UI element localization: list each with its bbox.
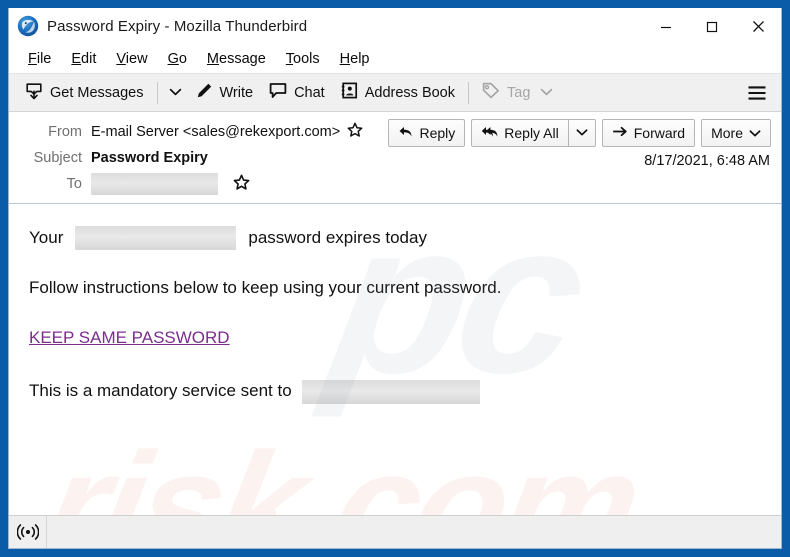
star-outline-icon[interactable] xyxy=(347,122,363,142)
message-body: pc risk.com Your password expires today … xyxy=(9,204,781,515)
forward-arrow-icon xyxy=(612,125,628,141)
toolbar-separator-2 xyxy=(468,81,469,104)
message-header: From E-mail Server <sales@rekexport.com>… xyxy=(9,112,781,204)
body-redacted-block-2 xyxy=(301,379,480,404)
menu-item-edit[interactable]: Edit xyxy=(61,49,106,69)
write-button[interactable]: Write xyxy=(188,78,262,107)
menu-item-go[interactable]: Go xyxy=(158,49,197,69)
body-redacted-block-1 xyxy=(75,226,237,250)
inbox-download-icon xyxy=(25,82,43,104)
maximize-icon[interactable] xyxy=(689,8,735,45)
to-redacted-block xyxy=(91,173,218,195)
more-label: More xyxy=(711,125,743,141)
main-toolbar: Get Messages Write Chat Address Book Tag xyxy=(9,74,781,112)
from-label: From xyxy=(48,124,82,140)
menu-item-file[interactable]: File xyxy=(18,49,61,69)
menu-item-message[interactable]: Message xyxy=(197,49,276,69)
to-label: To xyxy=(66,176,82,192)
window-frame: Password Expiry - Mozilla Thunderbird Fi… xyxy=(0,0,790,557)
message-date: 8/17/2021, 6:48 AM xyxy=(644,153,770,169)
minimize-icon[interactable] xyxy=(643,8,689,45)
chat-button[interactable]: Chat xyxy=(261,78,333,107)
more-button[interactable]: More xyxy=(701,119,771,147)
address-book-label: Address Book xyxy=(364,84,455,101)
thunderbird-logo-icon xyxy=(17,15,39,37)
reply-all-dropdown[interactable] xyxy=(569,120,595,146)
toolbar-separator-1 xyxy=(156,81,158,104)
body-line-1-suffix: password expires today xyxy=(248,227,427,247)
to-value[interactable] xyxy=(91,173,250,195)
window-title: Password Expiry - Mozilla Thunderbird xyxy=(47,17,308,35)
reply-all-button[interactable]: Reply All xyxy=(472,120,567,146)
reply-all-group: Reply All xyxy=(471,119,596,147)
status-bar xyxy=(9,515,781,548)
tag-icon xyxy=(482,82,500,103)
close-icon[interactable] xyxy=(735,8,781,45)
chat-label: Chat xyxy=(294,84,325,101)
pencil-icon xyxy=(196,82,213,103)
body-line-4-prefix: This is a mandatory service sent to xyxy=(29,381,292,401)
tag-button[interactable]: Tag xyxy=(474,78,561,107)
reply-all-arrow-icon xyxy=(481,125,498,142)
menu-item-help[interactable]: Help xyxy=(330,49,380,69)
forward-button[interactable]: Forward xyxy=(601,119,696,147)
subject-label: Subject xyxy=(33,150,82,166)
tag-label: Tag xyxy=(507,84,531,101)
forward-label: Forward xyxy=(633,125,686,141)
address-book-button[interactable]: Address Book xyxy=(333,78,463,107)
window-controls xyxy=(643,8,781,45)
chevron-down-icon xyxy=(540,85,553,101)
body-line-1: Your password expires today xyxy=(29,226,761,250)
from-address-text: E-mail Server <sales@rekexport.com> xyxy=(91,124,341,140)
menu-item-view[interactable]: View xyxy=(106,49,157,69)
reply-button[interactable]: Reply xyxy=(388,119,466,147)
from-value[interactable]: E-mail Server <sales@rekexport.com> xyxy=(91,122,363,142)
body-line-4: This is a mandatory service sent to xyxy=(29,379,761,404)
get-messages-button[interactable]: Get Messages xyxy=(17,78,152,108)
menu-bar: File Edit View Go Message Tools Help xyxy=(9,45,781,74)
subject-value: Password Expiry xyxy=(91,150,208,166)
header-row-to: To xyxy=(9,171,781,197)
hamburger-menu-icon[interactable] xyxy=(743,80,771,106)
chevron-down-icon xyxy=(169,84,182,102)
speech-bubble-icon xyxy=(269,82,287,103)
write-label: Write xyxy=(219,84,254,101)
menu-item-tools[interactable]: Tools xyxy=(276,49,330,69)
watermark-bottom: risk.com xyxy=(32,421,651,515)
broadcast-signal-icon[interactable] xyxy=(9,516,47,548)
thunderbird-window: Password Expiry - Mozilla Thunderbird Fi… xyxy=(8,8,782,549)
body-line-1-prefix: Your xyxy=(29,227,64,247)
contact-card-icon xyxy=(341,82,358,103)
message-actions: Reply Reply All Forward More xyxy=(388,119,771,147)
get-messages-label: Get Messages xyxy=(50,84,144,101)
body-line-2: Follow instructions below to keep using … xyxy=(29,278,502,297)
reply-label: Reply xyxy=(419,125,456,141)
reply-all-label: Reply All xyxy=(504,125,559,141)
chevron-down-icon xyxy=(576,124,588,142)
reply-arrow-icon xyxy=(398,125,413,142)
get-messages-dropdown[interactable] xyxy=(163,80,188,106)
star-outline-icon[interactable] xyxy=(233,174,250,195)
chevron-down-icon xyxy=(749,125,761,141)
keep-same-password-link[interactable]: KEEP SAME PASSWORD xyxy=(29,327,230,350)
title-bar: Password Expiry - Mozilla Thunderbird xyxy=(9,8,781,45)
body-link-line: KEEP SAME PASSWORD xyxy=(29,327,761,350)
